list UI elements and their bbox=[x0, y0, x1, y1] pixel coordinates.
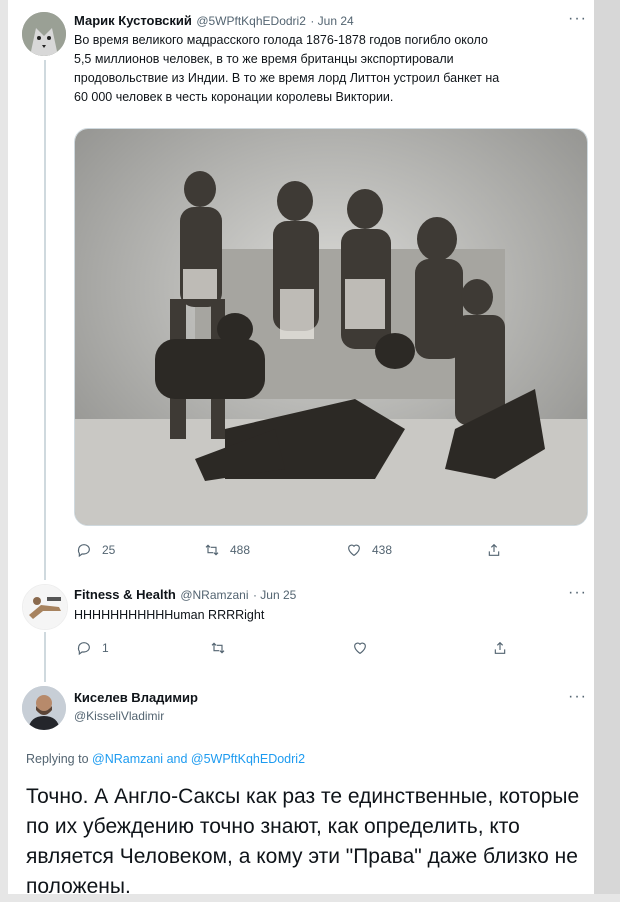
tweet-text-line: 60 000 человек в честь коронации королев… bbox=[74, 90, 394, 104]
retweet-count: 488 bbox=[230, 543, 251, 557]
tweet-text: HHHHHHHHHHHuman RRRRight bbox=[74, 608, 265, 622]
share-icon bbox=[488, 543, 500, 556]
reply-button[interactable]: 1 bbox=[76, 640, 109, 656]
retweet-button[interactable] bbox=[210, 640, 226, 656]
author-name[interactable]: Fitness & Health bbox=[74, 587, 176, 602]
avatar[interactable] bbox=[22, 12, 66, 56]
retweet-button[interactable]: 488 bbox=[204, 542, 250, 558]
replying-label: Replying to bbox=[26, 752, 89, 766]
avatar[interactable] bbox=[22, 584, 68, 630]
reply-icon bbox=[77, 544, 90, 558]
wolf-avatar-image bbox=[22, 12, 66, 56]
share-button[interactable] bbox=[492, 640, 508, 656]
fitness-avatar-image bbox=[23, 585, 67, 629]
reply-icon bbox=[77, 642, 90, 656]
replying-to: Replying to @NRamzani and @5WPftKqhEDodr… bbox=[26, 752, 305, 766]
mention-link[interactable]: @5WPftKqhEDodri2 bbox=[191, 752, 305, 766]
more-icon[interactable]: ··· bbox=[568, 688, 587, 706]
historical-photo-image bbox=[75, 129, 587, 525]
like-icon bbox=[348, 544, 360, 557]
share-icon bbox=[494, 641, 506, 654]
scrollbar-track[interactable] bbox=[594, 0, 620, 894]
thread-line bbox=[44, 60, 46, 580]
retweet-icon bbox=[205, 544, 219, 556]
mention-link[interactable]: @NRamzani bbox=[92, 752, 163, 766]
retweet-icon bbox=[211, 642, 225, 654]
author-name[interactable]: Киселев Владимир bbox=[74, 690, 198, 705]
tweet-date[interactable]: · Jun 25 bbox=[253, 588, 296, 602]
man-avatar-image bbox=[22, 686, 66, 730]
tweet-text: Во время великого мадрасского голода 187… bbox=[74, 31, 589, 107]
tweet-text-line: продовольствие из Индии. В то же время л… bbox=[74, 71, 500, 85]
author-handle[interactable]: @5WPftKqhEDodri2 bbox=[196, 14, 306, 28]
like-button[interactable]: 438 bbox=[346, 542, 392, 558]
tweet-thread: Марик Кустовский @5WPftKqhEDodri2 · Jun … bbox=[8, 0, 594, 898]
share-button[interactable] bbox=[486, 542, 502, 558]
reply-count: 1 bbox=[102, 641, 109, 655]
author-handle[interactable]: @KisseliVladimir bbox=[74, 709, 198, 723]
thread-line bbox=[44, 632, 46, 682]
like-count: 438 bbox=[372, 543, 393, 557]
like-button[interactable] bbox=[352, 640, 368, 656]
tweet-text: Точно. А Англо-Саксы как раз те единстве… bbox=[26, 785, 580, 898]
reply-count: 25 bbox=[102, 543, 116, 557]
tweet-photo[interactable] bbox=[74, 128, 588, 526]
more-icon[interactable]: ··· bbox=[568, 10, 587, 28]
author-handle[interactable]: @NRamzani bbox=[180, 588, 248, 602]
mention-and: and bbox=[166, 752, 188, 766]
author-name[interactable]: Марик Кустовский bbox=[74, 13, 192, 28]
tweet-date[interactable]: · Jun 24 bbox=[310, 14, 353, 28]
more-icon[interactable]: ··· bbox=[568, 584, 587, 602]
avatar[interactable] bbox=[22, 686, 66, 730]
tweet-text-line: Во время великого мадрасского голода 187… bbox=[74, 33, 488, 47]
reply-button[interactable]: 25 bbox=[76, 542, 115, 558]
tweet-text-line: 5,5 миллионов человек, в то же время бри… bbox=[74, 52, 454, 66]
like-icon bbox=[354, 642, 366, 655]
